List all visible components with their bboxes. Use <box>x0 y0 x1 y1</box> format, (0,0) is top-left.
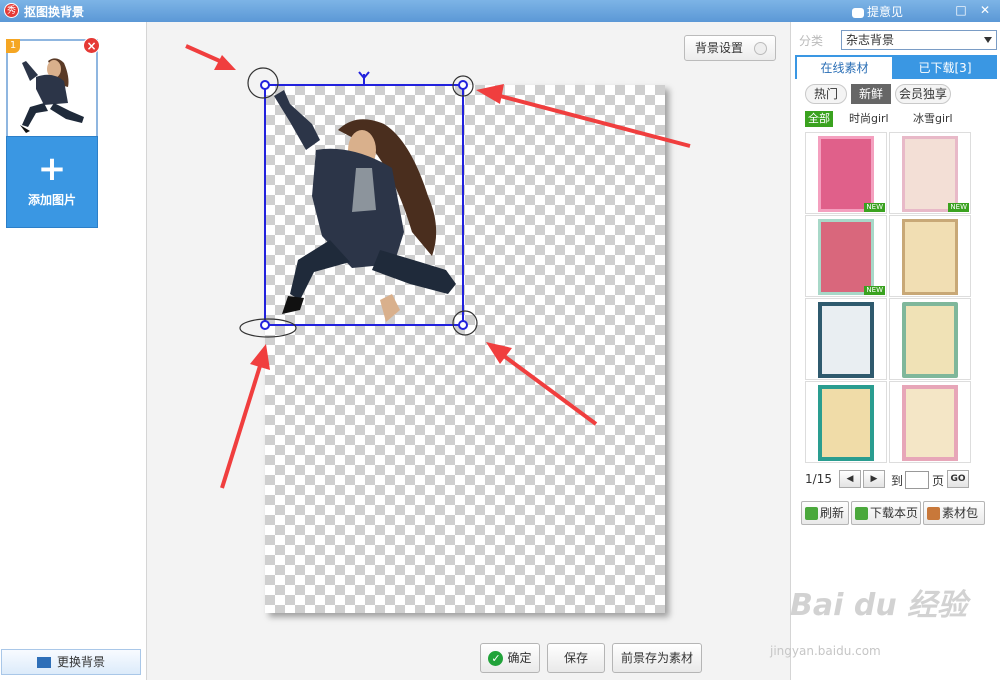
ice-cream-poster-image <box>902 136 958 212</box>
edit-canvas[interactable] <box>265 85 665 613</box>
material-grid: NEW NEW NEW <box>805 132 971 463</box>
material-thumbnail[interactable]: NEW <box>889 132 971 214</box>
person-thumbnail-image <box>8 41 96 150</box>
plus-icon: + <box>37 149 67 189</box>
ice-cream-poster-image <box>818 136 874 212</box>
subfilter-fashion-girl[interactable]: 时尚girl <box>849 111 889 127</box>
filter-vip[interactable]: 会员独享 <box>895 84 951 104</box>
prev-page-button[interactable]: ◀ <box>839 470 861 488</box>
add-image-button[interactable]: + 添加图片 <box>6 136 98 228</box>
page-number-input[interactable] <box>905 471 929 489</box>
subfilter-all[interactable]: 全部 <box>805 111 833 127</box>
next-page-button[interactable]: ▶ <box>863 470 885 488</box>
picture-icon <box>36 657 51 668</box>
go-button[interactable]: GO <box>947 470 969 488</box>
download-icon <box>855 507 868 520</box>
package-icon <box>927 507 940 520</box>
change-background-button[interactable]: 更换背景 <box>1 649 141 675</box>
download-page-button[interactable]: 下载本页 <box>851 501 921 525</box>
chevron-down-icon <box>984 37 992 43</box>
save-foreground-button[interactable]: 前景存为素材 <box>612 643 702 673</box>
goto-label: 到 <box>891 474 904 488</box>
app-title: 抠图换背景 <box>24 5 85 19</box>
floral-frame-image <box>902 385 958 461</box>
oval-frame-image <box>902 302 958 378</box>
teal-frame-image <box>818 385 874 461</box>
restore-window-button[interactable]: □ <box>954 3 968 17</box>
vintage-paper-image <box>902 219 958 295</box>
background-settings-button[interactable]: 背景设置 <box>684 35 776 61</box>
refresh-button[interactable]: 刷新 <box>801 501 849 525</box>
page-unit-label: 页 <box>932 474 945 488</box>
check-icon: ✓ <box>488 651 504 666</box>
image-list-panel: 1 × + 添加图片 更换背景 <box>0 22 147 680</box>
material-pack-button[interactable]: 素材包 <box>923 501 985 525</box>
feedback-button[interactable]: 提意见 <box>852 3 903 20</box>
material-thumbnail[interactable]: NEW <box>805 132 887 214</box>
refresh-icon <box>805 507 818 520</box>
title-bar: 秀 抠图换背景 提意见 □ ✕ <box>0 0 1000 22</box>
watermark-url: jingyan.baidu.com <box>770 644 881 658</box>
material-thumbnail[interactable] <box>805 298 887 380</box>
watermark-logo: Bai du 经验 <box>790 588 968 623</box>
category-label: 分类 <box>799 34 824 48</box>
app-logo-icon: 秀 <box>4 3 19 18</box>
save-button[interactable]: 保存 <box>547 643 605 673</box>
new-badge: NEW <box>864 203 885 212</box>
settings-toggle-icon <box>754 42 767 55</box>
filter-new[interactable]: 新鲜 <box>851 84 891 104</box>
material-tabs: 在线素材 已下载[3] <box>795 55 997 79</box>
filter-hot[interactable]: 热门 <box>805 84 847 104</box>
material-thumbnail[interactable] <box>889 381 971 463</box>
material-thumbnail[interactable] <box>805 381 887 463</box>
snow-frame-image <box>818 302 874 378</box>
category-select[interactable]: 杂志背景 <box>841 30 997 50</box>
new-badge: NEW <box>948 203 969 212</box>
page-indicator: 1/15 <box>805 472 832 486</box>
material-thumbnail[interactable] <box>889 215 971 297</box>
love-poster-image <box>818 219 874 295</box>
close-window-button[interactable]: ✕ <box>978 3 992 17</box>
material-thumbnail[interactable]: NEW <box>805 215 887 297</box>
speech-bubble-icon <box>852 7 864 18</box>
new-badge: NEW <box>864 286 885 295</box>
material-thumbnail[interactable] <box>889 298 971 380</box>
tab-downloaded[interactable]: 已下载[3] <box>895 57 995 79</box>
tab-online-materials[interactable]: 在线素材 <box>797 57 892 79</box>
subfilter-ice-girl[interactable]: 冰雪girl <box>913 111 953 127</box>
confirm-button[interactable]: ✓ 确定 <box>480 643 540 673</box>
thumbnail-index-badge: 1 <box>6 39 20 53</box>
remove-image-icon[interactable]: × <box>83 37 100 54</box>
